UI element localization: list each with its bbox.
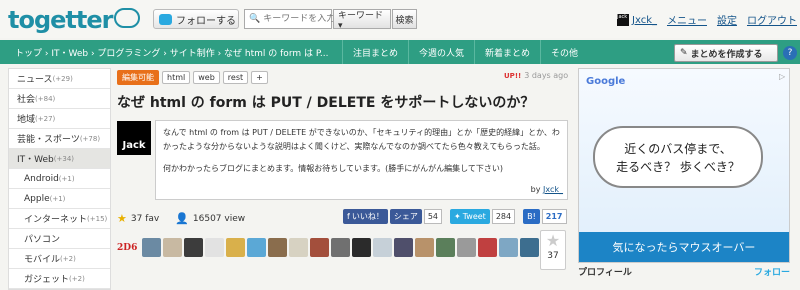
search-button[interactable]: 検索 [392, 9, 417, 29]
favoriter-avatar[interactable] [205, 238, 225, 257]
author-avatar[interactable]: Jack [117, 121, 151, 155]
favoriter-avatar[interactable] [289, 238, 309, 257]
share-count: 54 [423, 209, 443, 224]
togetter-logo[interactable]: togetter [8, 6, 140, 34]
view-count: 16507 view [192, 213, 246, 224]
sidebar-item-entertainment[interactable]: 芸能・スポーツ (+78) [9, 129, 110, 149]
hatena-bookmark-button[interactable]: B! [523, 209, 540, 224]
favoriter-avatar[interactable] [331, 238, 351, 257]
favoriter-avatar[interactable] [478, 238, 498, 257]
sidebar-item-android[interactable]: Android (+1) [9, 169, 110, 189]
sidebar-item-mobile[interactable]: モバイル (+2) [9, 249, 110, 269]
follow-button[interactable]: フォローする [153, 9, 239, 29]
user-link[interactable]: Jack Jxck_ [617, 13, 657, 26]
add-tag-button[interactable]: + [251, 71, 268, 84]
logo-bubble-icon [114, 8, 140, 28]
tag-html[interactable]: html [162, 71, 191, 84]
facebook-like-button[interactable]: f いいね！ [343, 209, 388, 224]
tag-web[interactable]: web [193, 71, 220, 84]
sidebar-item-pc[interactable]: パソコン [9, 229, 110, 249]
profile-follow-button[interactable]: フォロー [754, 265, 790, 278]
advertisement[interactable]: Google ▷ 近くのバス停まで、 走るべき？ 歩くべき？ 気になったらマウス… [578, 68, 790, 263]
ad-cta[interactable]: 気になったらマウスオーバー [579, 232, 789, 262]
search-icon: 🔍 [249, 14, 261, 24]
sidebar-item-society[interactable]: 社会 (+84) [9, 89, 110, 109]
author-link[interactable]: Jxck_ [543, 185, 563, 194]
header: togetter フォローする 🔍 キーワード ▾ 検索 JackJxck_ メ… [0, 0, 800, 38]
user-avatar: Jack [617, 13, 629, 26]
menu-link[interactable]: メニュー [667, 12, 707, 27]
star-icon: ★ [117, 212, 127, 225]
search-type-select[interactable]: キーワード ▾ [333, 9, 391, 31]
favoriter-avatar[interactable] [394, 238, 414, 257]
description-note: 何かわかったらブログにまとめます。情報お待ちしています。(勝手にがんがん編集して… [163, 164, 503, 173]
nav-new[interactable]: 新着まとめ [474, 40, 540, 64]
sidebar-item-apple[interactable]: Apple (+1) [9, 189, 110, 209]
sidebar-item-news[interactable]: ニュース (+29) [9, 69, 110, 89]
ad-info-icon[interactable]: ▷ [779, 72, 785, 81]
tweet-button[interactable]: ✦ Tweet [450, 209, 490, 224]
favoriter-avatar[interactable] [163, 238, 183, 257]
star-outline-icon: ★ [545, 231, 561, 250]
editable-badge[interactable]: 編集可能 [117, 70, 159, 85]
twitter-bird-icon: ✦ [454, 212, 461, 221]
update-time: UP!! 3 days ago [504, 71, 569, 80]
favoriter-avatar[interactable] [352, 238, 372, 257]
description-box: なんで html の from は PUT / DELETE ができないのか、「… [155, 120, 568, 200]
favoriter-avatar[interactable] [226, 238, 246, 257]
favoriter-avatar[interactable] [373, 238, 393, 257]
author-byline: by Jxck_ [530, 185, 563, 194]
favoriter-avatar[interactable] [457, 238, 477, 257]
profile-header: プロフィール フォロー [578, 265, 790, 278]
stats: ★ 37 fav 👤 16507 view [117, 212, 245, 225]
sidebar-item-region[interactable]: 地域 (+27) [9, 109, 110, 129]
ad-message: 近くのバス停まで、 走るべき？ 歩くべき？ [593, 126, 763, 188]
twitter-icon [159, 13, 172, 25]
settings-link[interactable]: 設定 [717, 12, 737, 27]
nav-featured[interactable]: 注目まとめ [342, 40, 408, 64]
user-menu: Jack Jxck_ メニュー 設定 ログアウト [617, 12, 797, 27]
favoriter-avatar[interactable] [415, 238, 435, 257]
sidebar-item-it-web[interactable]: IT・Web (+34) [9, 149, 110, 169]
favorite-button[interactable]: ★ 37 [540, 230, 566, 270]
search-box[interactable]: 🔍 [244, 9, 334, 29]
hatena-count: 217 [541, 209, 567, 224]
nav-other[interactable]: その他 [540, 40, 588, 64]
share-bar: f いいね！ シェア 54 ✦ Tweet 284 B! 217 [343, 209, 567, 224]
create-button[interactable]: ✎ まとめを作成する [674, 44, 778, 62]
sidebar-item-internet[interactable]: インターネット (+15) [9, 209, 110, 229]
favoriter-list: 2D6 [117, 238, 540, 257]
favoriter-avatar[interactable] [247, 238, 267, 257]
breadcrumb[interactable]: トップ › IT・Web › プログラミング › サイト制作 › なぜ html… [0, 46, 342, 59]
favoriter-avatar[interactable] [184, 238, 204, 257]
favoriter-avatar[interactable] [268, 238, 288, 257]
facebook-icon: f [347, 212, 350, 221]
tag-rest[interactable]: rest [222, 71, 249, 84]
facebook-share-button[interactable]: シェア [389, 209, 422, 224]
description-text: なんで html の from は PUT / DELETE ができないのか、「… [163, 128, 560, 151]
sidebar: ニュース (+29) 社会 (+84) 地域 (+27) 芸能・スポーツ (+78) I… [8, 68, 111, 290]
ad-brand: Google [586, 76, 626, 87]
user-icon: 👤 [175, 212, 189, 225]
pencil-icon: ✎ [680, 48, 688, 58]
favoriter-avatar[interactable] [520, 238, 540, 257]
search-input[interactable] [263, 14, 334, 24]
article: 編集可能 html web rest + UP!! 3 days ago なぜ h… [115, 68, 570, 273]
page-title: なぜ html の form は PUT / DELETE をサポートしないのか… [117, 95, 535, 111]
tag-list: 編集可能 html web rest + [117, 70, 268, 85]
fav-count[interactable]: 37 fav [131, 214, 159, 224]
tweet-count: 284 [491, 209, 516, 224]
logout-link[interactable]: ログアウト [747, 12, 797, 27]
help-icon[interactable]: ? [783, 46, 797, 60]
nav-weekly[interactable]: 今週の人気 [408, 40, 474, 64]
sidebar-item-gadget[interactable]: ガジェット (+2) [9, 269, 110, 289]
favoriter-label: 2D6 [117, 242, 138, 253]
favoriter-avatar[interactable] [142, 238, 162, 257]
favoriter-avatar[interactable] [436, 238, 456, 257]
favoriter-avatar[interactable] [499, 238, 519, 257]
favoriter-avatar[interactable] [310, 238, 330, 257]
